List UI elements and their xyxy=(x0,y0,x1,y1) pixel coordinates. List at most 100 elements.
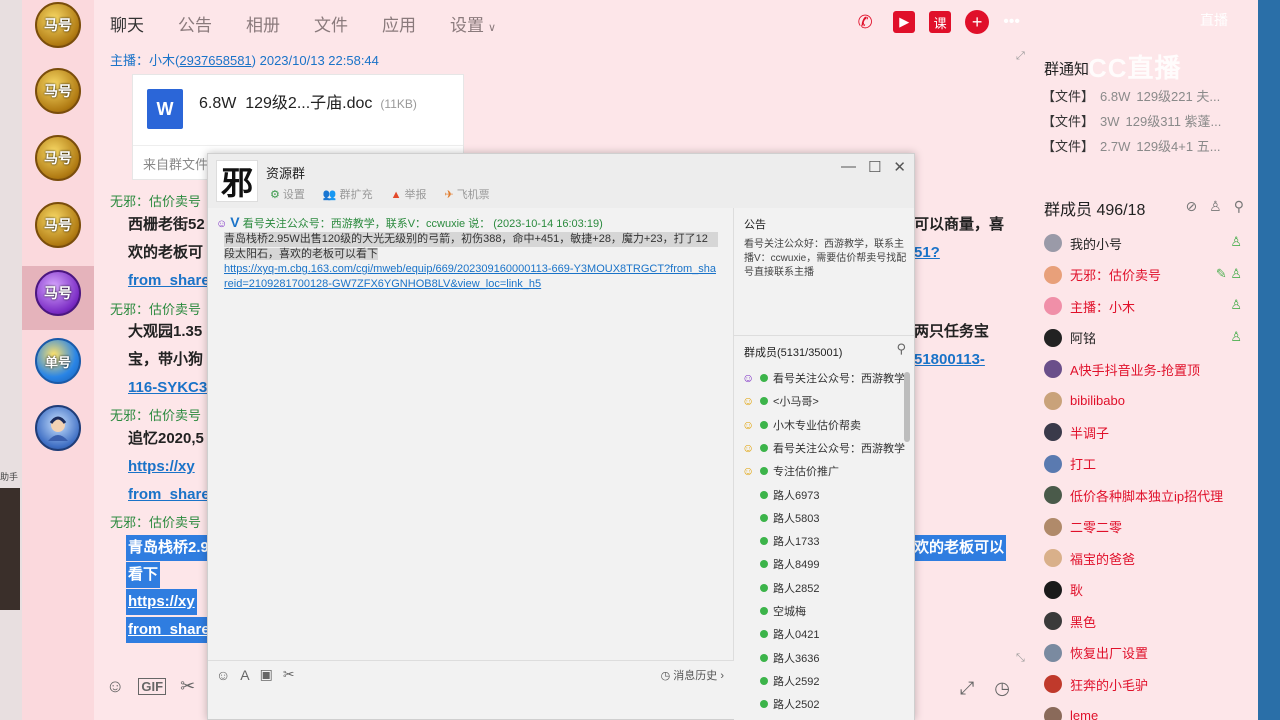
avatar xyxy=(1044,675,1062,693)
tab-apps[interactable]: 应用 xyxy=(382,11,416,36)
sender-name: 小木( xyxy=(149,53,180,68)
message-text: 西栅老街52 xyxy=(128,216,205,233)
notice-file-row[interactable]: 【文件】 3W 129级311 紫蓬... xyxy=(1042,111,1221,130)
collapse-icon[interactable]: ⤢ xyxy=(1016,50,1025,63)
popup-member-row[interactable]: 路人2592 xyxy=(742,671,819,691)
avatar xyxy=(1044,454,1062,473)
group-avatar-5-active[interactable]: 马号 xyxy=(35,270,81,316)
popup-member-row[interactable]: 路人2502 xyxy=(742,694,819,714)
tab-album[interactable]: 相册 xyxy=(246,11,280,36)
member-row[interactable]: 低价各种脚本独立ip招代理 xyxy=(1044,484,1223,506)
member-row[interactable]: 福宝的爸爸 xyxy=(1044,547,1135,569)
message-history-button[interactable]: ◷ 消息历史 › xyxy=(661,667,724,683)
member-row[interactable]: 无邪：估价卖号 xyxy=(1044,264,1161,286)
member-row[interactable]: 主播：小木 xyxy=(1044,295,1135,317)
ticket-button[interactable]: ✈ 飞机票 xyxy=(444,186,489,202)
avatar xyxy=(1044,423,1062,441)
phone-icon[interactable]: ✆ xyxy=(851,8,879,36)
member-row[interactable]: A快手抖音业务-抢置顶 xyxy=(1044,358,1200,380)
tab-notice[interactable]: 公告 xyxy=(178,11,212,36)
member-row[interactable]: 狂奔的小毛驴 xyxy=(1044,673,1148,695)
selected-link[interactable]: from_share xyxy=(126,617,212,643)
plane-icon: ✈ xyxy=(444,189,454,201)
gif-icon[interactable]: GIF xyxy=(138,678,167,695)
settings-button[interactable]: ⚙ 设置 xyxy=(270,186,305,202)
popup-member-row[interactable]: ☺ <小马哥> xyxy=(742,391,819,411)
popup-member-row[interactable]: ☺ 看号关注公众号：西游教学 xyxy=(742,438,905,458)
close-icon[interactable]: ✕ xyxy=(893,158,906,176)
message-link[interactable]: from_share xyxy=(128,486,210,503)
member-row[interactable]: 黑色 xyxy=(1044,610,1096,632)
popup-message-url[interactable]: https://xyq-m.cbg.163.com/cgi/mweb/equip… xyxy=(224,263,716,290)
tab-files[interactable]: 文件 xyxy=(314,11,348,36)
member-row[interactable]: 耿 xyxy=(1044,579,1083,601)
scissors-icon[interactable]: ✂ xyxy=(180,676,195,697)
notice-file-row[interactable]: 【文件】 2.7W 129级4+1 五... xyxy=(1042,136,1221,155)
member-row[interactable]: 半调子 xyxy=(1044,421,1109,443)
member-name: 低价各种脚本独立ip招代理 xyxy=(1070,488,1224,504)
user-settings-icon[interactable]: ♙ xyxy=(1209,198,1222,215)
sender-id-link[interactable]: 2937658581 xyxy=(179,53,251,68)
popup-member-row[interactable]: 路人1733 xyxy=(742,531,819,551)
group-expand-button[interactable]: 👥 群扩充 xyxy=(323,186,373,202)
fullscreen-icon[interactable]: ⤢ xyxy=(960,678,974,699)
member-row[interactable]: leme xyxy=(1044,705,1098,720)
popup-member-row[interactable]: 路人2852 xyxy=(742,578,819,598)
popup-member-row[interactable]: 路人8499 xyxy=(742,554,819,574)
member-row[interactable]: 二零二零 xyxy=(1044,516,1122,538)
add-icon[interactable]: + xyxy=(965,10,990,34)
member-name: 我的小号 xyxy=(1070,236,1123,252)
maximize-icon[interactable]: ☐ xyxy=(868,158,881,176)
more-icon[interactable]: ••• xyxy=(1003,13,1020,31)
online-dot-icon xyxy=(760,513,768,522)
expand-icon[interactable]: ⤡ xyxy=(1016,652,1025,665)
member-row[interactable]: 我的小号 xyxy=(1044,232,1122,254)
emoji-icon[interactable]: ☺ xyxy=(106,676,124,697)
file-tag: 【文件】 xyxy=(1042,139,1095,154)
message-link[interactable]: 116-SYKC3 xyxy=(128,379,207,396)
search-icon[interactable]: ⚲ xyxy=(896,341,906,357)
member-row[interactable]: 打工 xyxy=(1044,453,1096,475)
group-avatar-1[interactable]: 马号 xyxy=(35,2,81,48)
popup-member-row[interactable]: 路人5803 xyxy=(742,508,819,528)
popup-member-row[interactable]: ☺ 专注估价推广 xyxy=(742,461,839,481)
group-avatar-3[interactable]: 马号 xyxy=(35,135,81,181)
popup-member-name: 路人2592 xyxy=(773,675,820,688)
group-avatar-2[interactable]: 马号 xyxy=(35,68,81,114)
member-row[interactable]: 恢复出厂设置 xyxy=(1044,642,1148,664)
search-icon[interactable]: ⚲ xyxy=(1234,198,1244,215)
popup-member-row[interactable]: 路人6973 xyxy=(742,485,819,505)
message-link[interactable]: from_share xyxy=(128,272,210,289)
popup-member-row[interactable]: 空城梅 xyxy=(742,601,806,621)
minimize-icon[interactable]: — xyxy=(841,158,856,176)
video-call-icon[interactable]: ▶ xyxy=(893,11,916,33)
selected-link[interactable]: https://xy xyxy=(126,589,197,615)
member-scrollbar[interactable] xyxy=(904,372,910,442)
font-icon[interactable]: A xyxy=(240,667,249,683)
popup-member-row[interactable]: ☺ 小木专业估价帮卖 xyxy=(742,415,861,435)
popup-member-row[interactable]: ☺ 看号关注公众号：西游教学 xyxy=(742,368,905,388)
message-link[interactable]: 51? xyxy=(914,244,940,261)
popup-member-row[interactable]: 路人3636 xyxy=(742,648,819,668)
popup-member-row[interactable]: 路人0421 xyxy=(742,624,819,644)
group-avatar-7[interactable] xyxy=(35,405,81,451)
block-icon[interactable]: ⊘ xyxy=(1185,198,1197,215)
member-row[interactable]: 阿铭 xyxy=(1044,327,1096,349)
lesson-icon[interactable]: 课 xyxy=(929,11,952,33)
notice-file-row[interactable]: 【文件】 6.8W 129级221 夫... xyxy=(1042,86,1220,105)
message-text: 宝，带小狗 xyxy=(128,351,204,368)
image-icon[interactable]: ▣ xyxy=(260,666,273,683)
group-avatar-6[interactable]: 单号 xyxy=(35,338,81,384)
tab-chat[interactable]: 聊天 xyxy=(110,11,144,36)
report-button[interactable]: ▲ 举报 xyxy=(391,186,427,202)
message-link[interactable]: https://xy xyxy=(128,458,195,475)
scissors-icon[interactable]: ✂ xyxy=(283,666,295,683)
clock-icon[interactable]: ◷ xyxy=(994,678,1010,699)
group-avatar-4[interactable]: 马号 xyxy=(35,202,81,248)
message-link[interactable]: 51800113- xyxy=(914,351,985,368)
emoji-icon[interactable]: ☺ xyxy=(216,667,230,683)
member-row[interactable]: bibilibabo xyxy=(1044,390,1125,412)
online-dot-icon xyxy=(760,420,768,429)
tab-settings[interactable]: 设置 ∨ xyxy=(450,11,496,36)
avatar xyxy=(1044,391,1062,410)
